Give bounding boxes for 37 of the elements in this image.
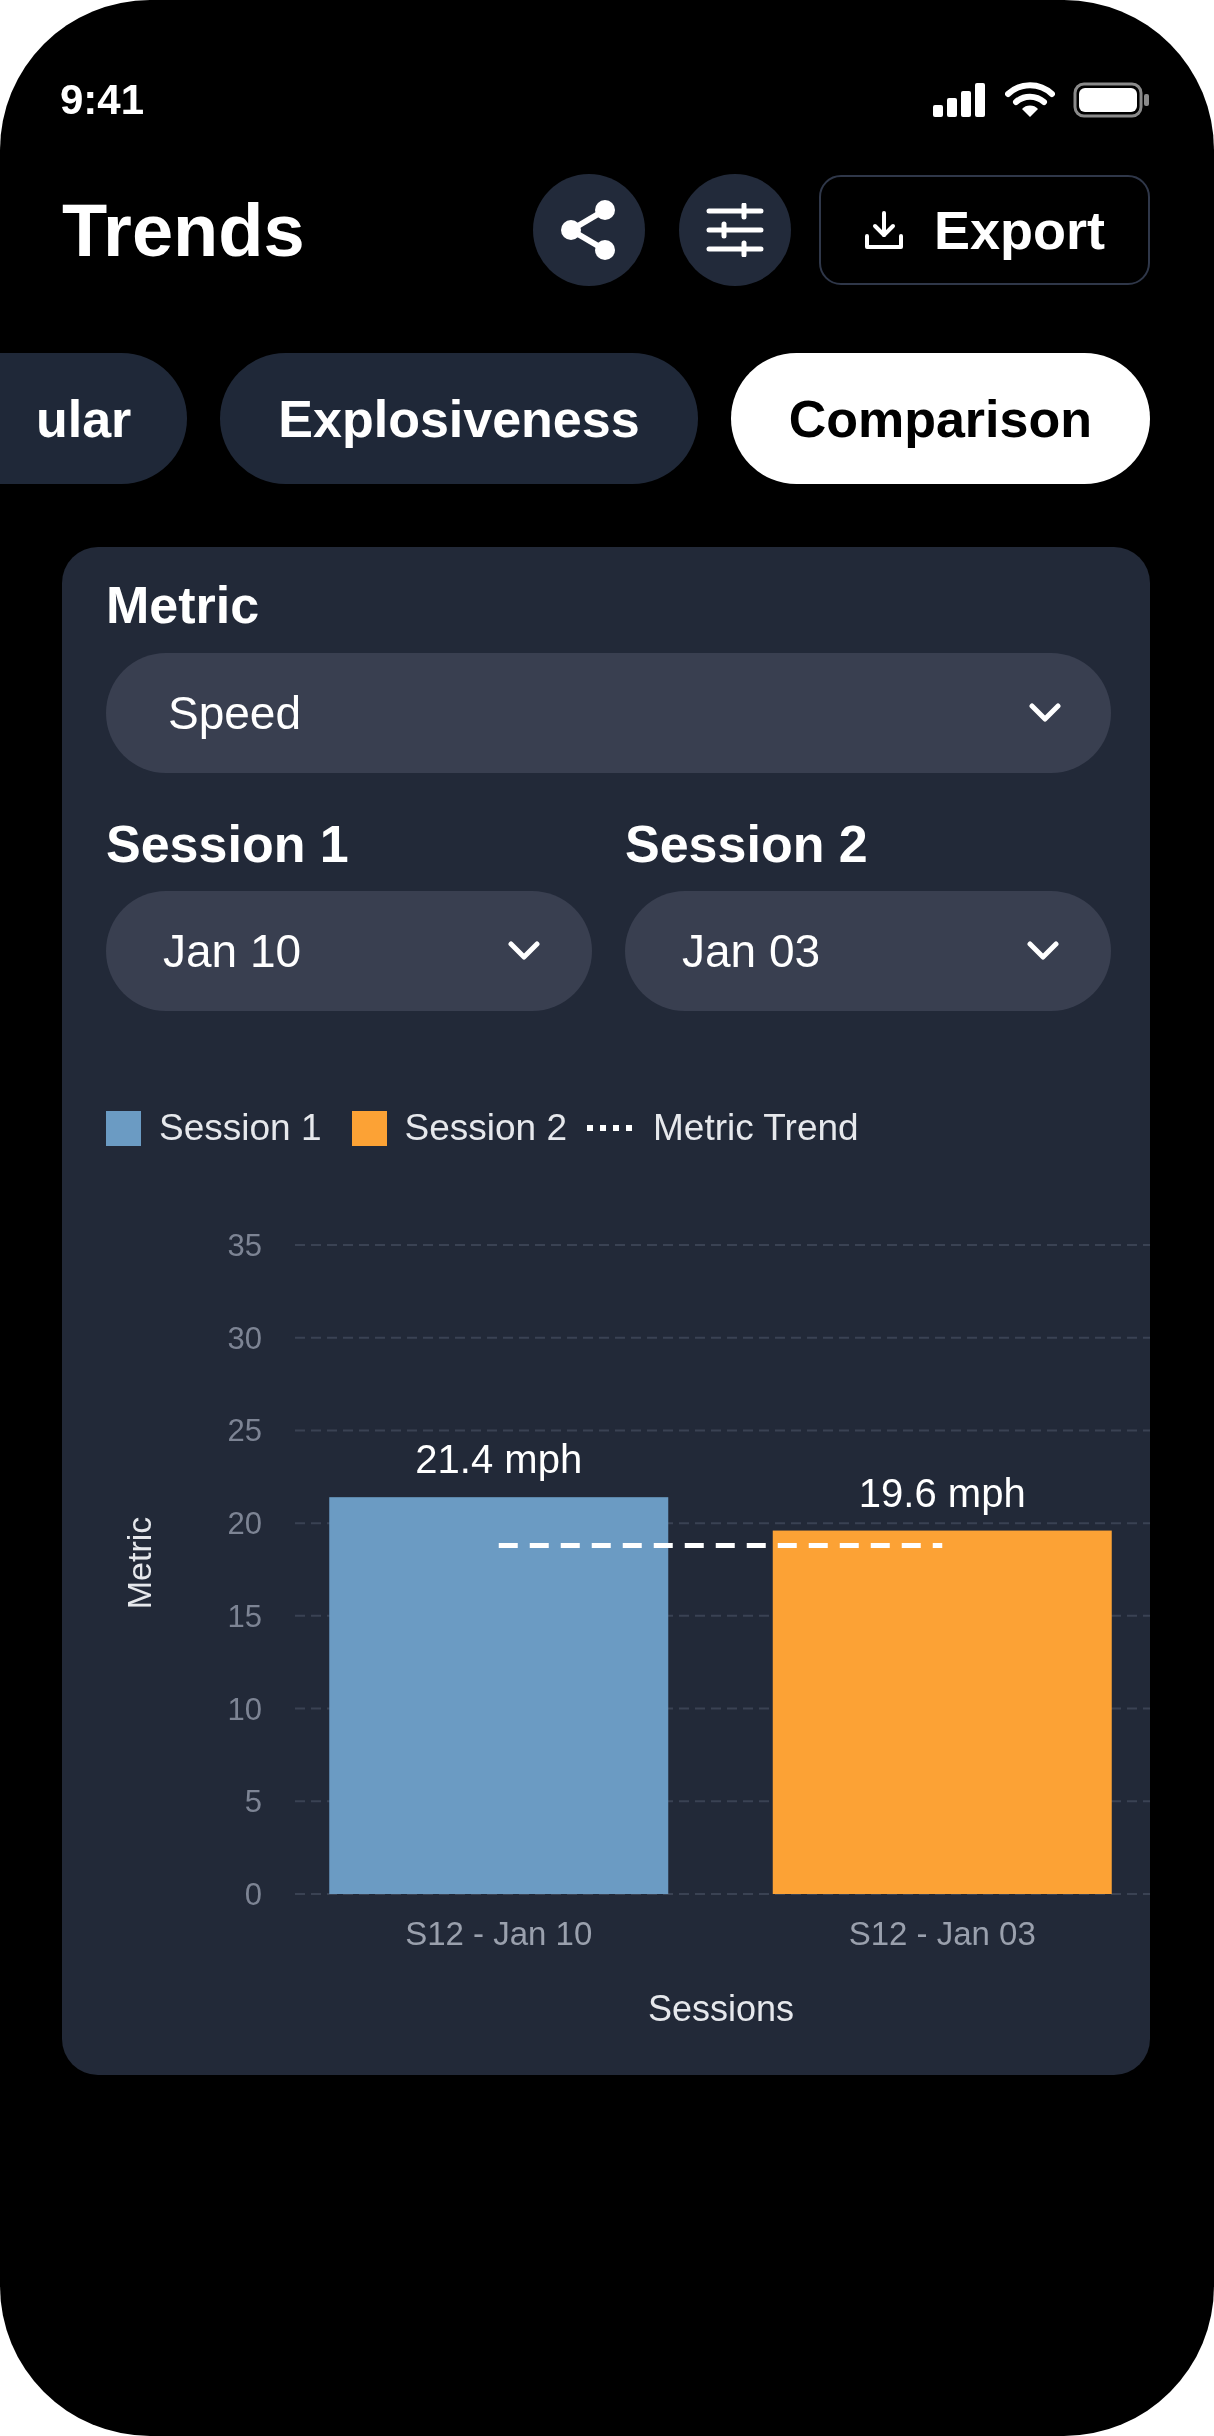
y-axis-title: Metric bbox=[120, 1516, 158, 1610]
y-tick-label: 25 bbox=[227, 1413, 262, 1449]
x-tick-label: S12 - Jan 10 bbox=[405, 1915, 593, 1952]
y-tick-label: 15 bbox=[227, 1598, 262, 1634]
y-tick-label: 0 bbox=[244, 1877, 262, 1912]
legend-label: Session 2 bbox=[404, 1107, 567, 1149]
tab[interactable]: Comparison bbox=[730, 353, 1150, 484]
x-tick-label: S12 - Jan 03 bbox=[848, 1915, 1036, 1952]
value-label: 19.6 mph bbox=[858, 1470, 1026, 1515]
field-label: Metric bbox=[106, 577, 261, 633]
chevron-down-icon bbox=[508, 941, 540, 961]
tab[interactable]: Explosiveness bbox=[220, 353, 698, 484]
x-axis-title: Sessions bbox=[647, 1988, 795, 2029]
chevron-down-icon bbox=[1029, 703, 1061, 723]
tab[interactable]: ular bbox=[0, 353, 188, 484]
wifi-icon bbox=[1005, 82, 1055, 118]
y-tick-label: 5 bbox=[244, 1784, 262, 1820]
session-dropdown[interactable]: Jan 10 bbox=[106, 891, 592, 1011]
page-title: Trends bbox=[62, 187, 306, 273]
legend-label: Session 1 bbox=[159, 1107, 322, 1149]
session-dropdown[interactable]: Jan 03 bbox=[625, 891, 1111, 1011]
value-label: 21.4 mph bbox=[415, 1437, 583, 1482]
chevron-down-icon bbox=[1027, 941, 1059, 961]
metric-dropdown[interactable]: Speed bbox=[106, 653, 1111, 773]
download-icon bbox=[864, 210, 904, 250]
field-label: Session 2 bbox=[625, 816, 869, 872]
y-tick-label: 30 bbox=[227, 1320, 262, 1356]
signal-icon bbox=[933, 83, 987, 117]
status-time: 9:41 bbox=[60, 76, 145, 124]
field-label: Session 1 bbox=[106, 816, 350, 872]
sliders-icon bbox=[706, 203, 764, 257]
y-tick-label: 35 bbox=[227, 1228, 262, 1263]
y-tick-label: 20 bbox=[227, 1506, 262, 1542]
export-button[interactable]: Export bbox=[819, 175, 1150, 285]
legend-label: Metric Trend bbox=[653, 1107, 859, 1149]
y-tick-label: 10 bbox=[227, 1691, 262, 1727]
battery-icon bbox=[1073, 82, 1151, 118]
